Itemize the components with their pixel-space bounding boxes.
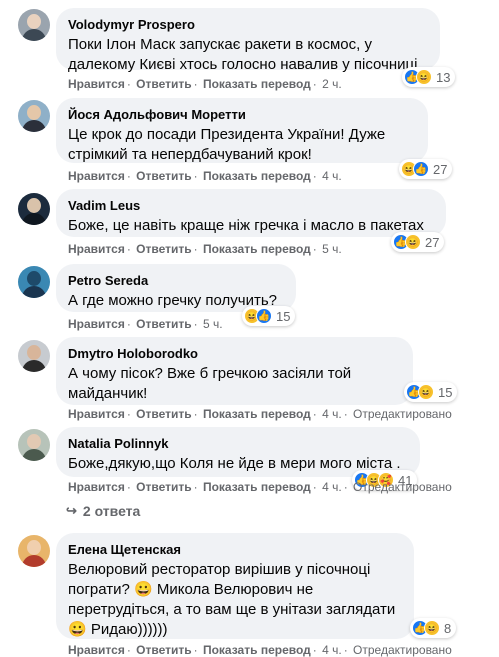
comment-author[interactable]: Елена Щетенская [68, 541, 402, 558]
comment-actions: Нравится · Ответить · Показать перевод · 4 … [68, 643, 452, 657]
avatar-face [27, 540, 41, 555]
reaction-summary[interactable]: 😆 👍 27 [399, 159, 453, 179]
translate-link[interactable]: Показать перевод [203, 480, 311, 494]
haha-icon: 😆 [405, 234, 421, 250]
avatar-body [22, 213, 46, 225]
comment-actions: Нравится · Ответить · Показать перевод · 5 … [68, 242, 342, 256]
translate-link[interactable]: Показать перевод [203, 169, 311, 183]
avatar-face [27, 345, 41, 360]
avatar-face [27, 14, 41, 29]
comment-author[interactable]: Volodymyr Prospero [68, 16, 428, 33]
comment-bubble: Йося Адольфович Моретти Це крок до посад… [56, 98, 428, 163]
comment-actions: Нравится · Ответить · Показать перевод · 4 … [68, 169, 342, 183]
reaction-summary[interactable]: 👍 😆 13 [402, 67, 456, 87]
reply-arrow-icon: ↪ [66, 503, 77, 518]
comment-author[interactable]: Vadim Leus [68, 197, 434, 214]
avatar[interactable] [18, 100, 50, 132]
comment-time[interactable]: 4 ч. [322, 480, 342, 494]
view-replies-link[interactable]: ↪ 2 ответа [66, 503, 140, 519]
comment-time[interactable]: 5 ч. [203, 317, 223, 331]
reply-button[interactable]: Ответить [136, 407, 191, 421]
comment-time[interactable]: 2 ч. [322, 77, 342, 91]
like-icon: 👍 [413, 161, 429, 177]
avatar-face [27, 198, 41, 213]
replies-count-label: 2 ответа [82, 503, 141, 519]
edited-label[interactable]: Отредактировано [353, 407, 452, 421]
edited-label[interactable]: Отредактировано [353, 643, 452, 657]
avatar[interactable] [18, 193, 50, 225]
like-button[interactable]: Нравится [68, 169, 125, 183]
comment-bubble: Vadim Leus Боже, це навіть краще ніж гре… [56, 189, 446, 237]
comment-time[interactable]: 4 ч. [322, 169, 342, 183]
translate-link[interactable]: Показать перевод [203, 242, 311, 256]
avatar-face [27, 105, 41, 120]
comment-actions: Нравится · Ответить · Показать перевод · 4 … [68, 407, 452, 421]
reaction-summary[interactable]: 👍 😆 27 [391, 232, 445, 252]
reply-button[interactable]: Ответить [136, 643, 191, 657]
comment-author[interactable]: Natalia Polinnyk [68, 435, 408, 452]
reply-button[interactable]: Ответить [136, 242, 191, 256]
like-button[interactable]: Нравится [68, 480, 125, 494]
reply-button[interactable]: Ответить [136, 317, 191, 331]
comment-time[interactable]: 5 ч. [322, 242, 342, 256]
reaction-summary[interactable]: 👍 😆 8 [410, 618, 457, 638]
reply-button[interactable]: Ответить [136, 480, 191, 494]
translate-link[interactable]: Показать перевод [203, 407, 311, 421]
like-icon: 👍 [256, 308, 272, 324]
comment-author[interactable]: Йося Адольфович Моретти [68, 106, 416, 123]
comment-bubble: Petro Sereda А где можно гречку получить… [56, 264, 296, 312]
reaction-count: 8 [444, 620, 452, 636]
reaction-count: 15 [438, 384, 453, 400]
avatar[interactable] [18, 340, 50, 372]
comment-text: Велюровий ресторатор вирішив у пісочноці… [68, 561, 396, 638]
comment-author[interactable]: Petro Sereda [68, 272, 284, 289]
reaction-count: 27 [425, 234, 440, 250]
reaction-count: 13 [436, 69, 451, 85]
comment-time[interactable]: 4 ч. [322, 407, 342, 421]
edited-label[interactable]: Отредактировано [353, 480, 452, 494]
translate-link[interactable]: Показать перевод [203, 643, 311, 657]
reaction-summary[interactable]: 👍 😆 15 [404, 382, 458, 402]
like-button[interactable]: Нравится [68, 242, 125, 256]
like-button[interactable]: Нравится [68, 407, 125, 421]
reaction-count: 27 [433, 161, 448, 177]
avatar-body [22, 555, 46, 567]
reaction-summary[interactable]: 😆 👍 15 [242, 306, 296, 326]
haha-icon: 😆 [424, 620, 440, 636]
haha-icon: 😆 [418, 384, 434, 400]
reply-button[interactable]: Ответить [136, 77, 191, 91]
avatar-body [22, 286, 46, 298]
comment-bubble: Dmytro Holoborodko А чому пісок? Вже б г… [56, 337, 413, 405]
comment-text: А чому пісок? Вже б гречкою засіяли той … [68, 365, 352, 402]
comment-actions: Нравится · Ответить · Показать перевод · 2 … [68, 77, 342, 91]
like-button[interactable]: Нравится [68, 317, 125, 331]
comment-author[interactable]: Dmytro Holoborodko [68, 345, 401, 362]
haha-icon: 😆 [416, 69, 432, 85]
avatar[interactable] [18, 535, 50, 567]
comment-actions: Нравится · Ответить · Показать перевод · 4 … [68, 480, 452, 494]
avatar-face [27, 434, 41, 449]
avatar-body [22, 29, 46, 41]
like-button[interactable]: Нравится [68, 77, 125, 91]
avatar-body [22, 120, 46, 132]
avatar[interactable] [18, 9, 50, 41]
translate-link[interactable]: Показать перевод [203, 77, 311, 91]
reply-button[interactable]: Ответить [136, 169, 191, 183]
comment-actions: Нравится · Ответить · 5 ч. [68, 317, 223, 331]
like-button[interactable]: Нравится [68, 643, 125, 657]
avatar[interactable] [18, 266, 50, 298]
comment-text: Боже, це навіть краще ніж гречка і масло… [68, 217, 424, 234]
avatar-body [22, 360, 46, 372]
avatar[interactable] [18, 429, 50, 461]
comment-text: Поки Ілон Маск запускає ракети в космос,… [68, 36, 418, 73]
comment-bubble: Елена Щетенская Велюровий ресторатор вир… [56, 533, 414, 639]
comment-text: Це крок до посади Президента України! Ду… [68, 126, 386, 163]
reaction-count: 15 [276, 308, 291, 324]
comment-bubble: Volodymyr Prospero Поки Ілон Маск запуск… [56, 8, 440, 73]
comment-time[interactable]: 4 ч. [322, 643, 342, 657]
avatar-face [27, 271, 41, 286]
avatar-body [22, 449, 46, 461]
